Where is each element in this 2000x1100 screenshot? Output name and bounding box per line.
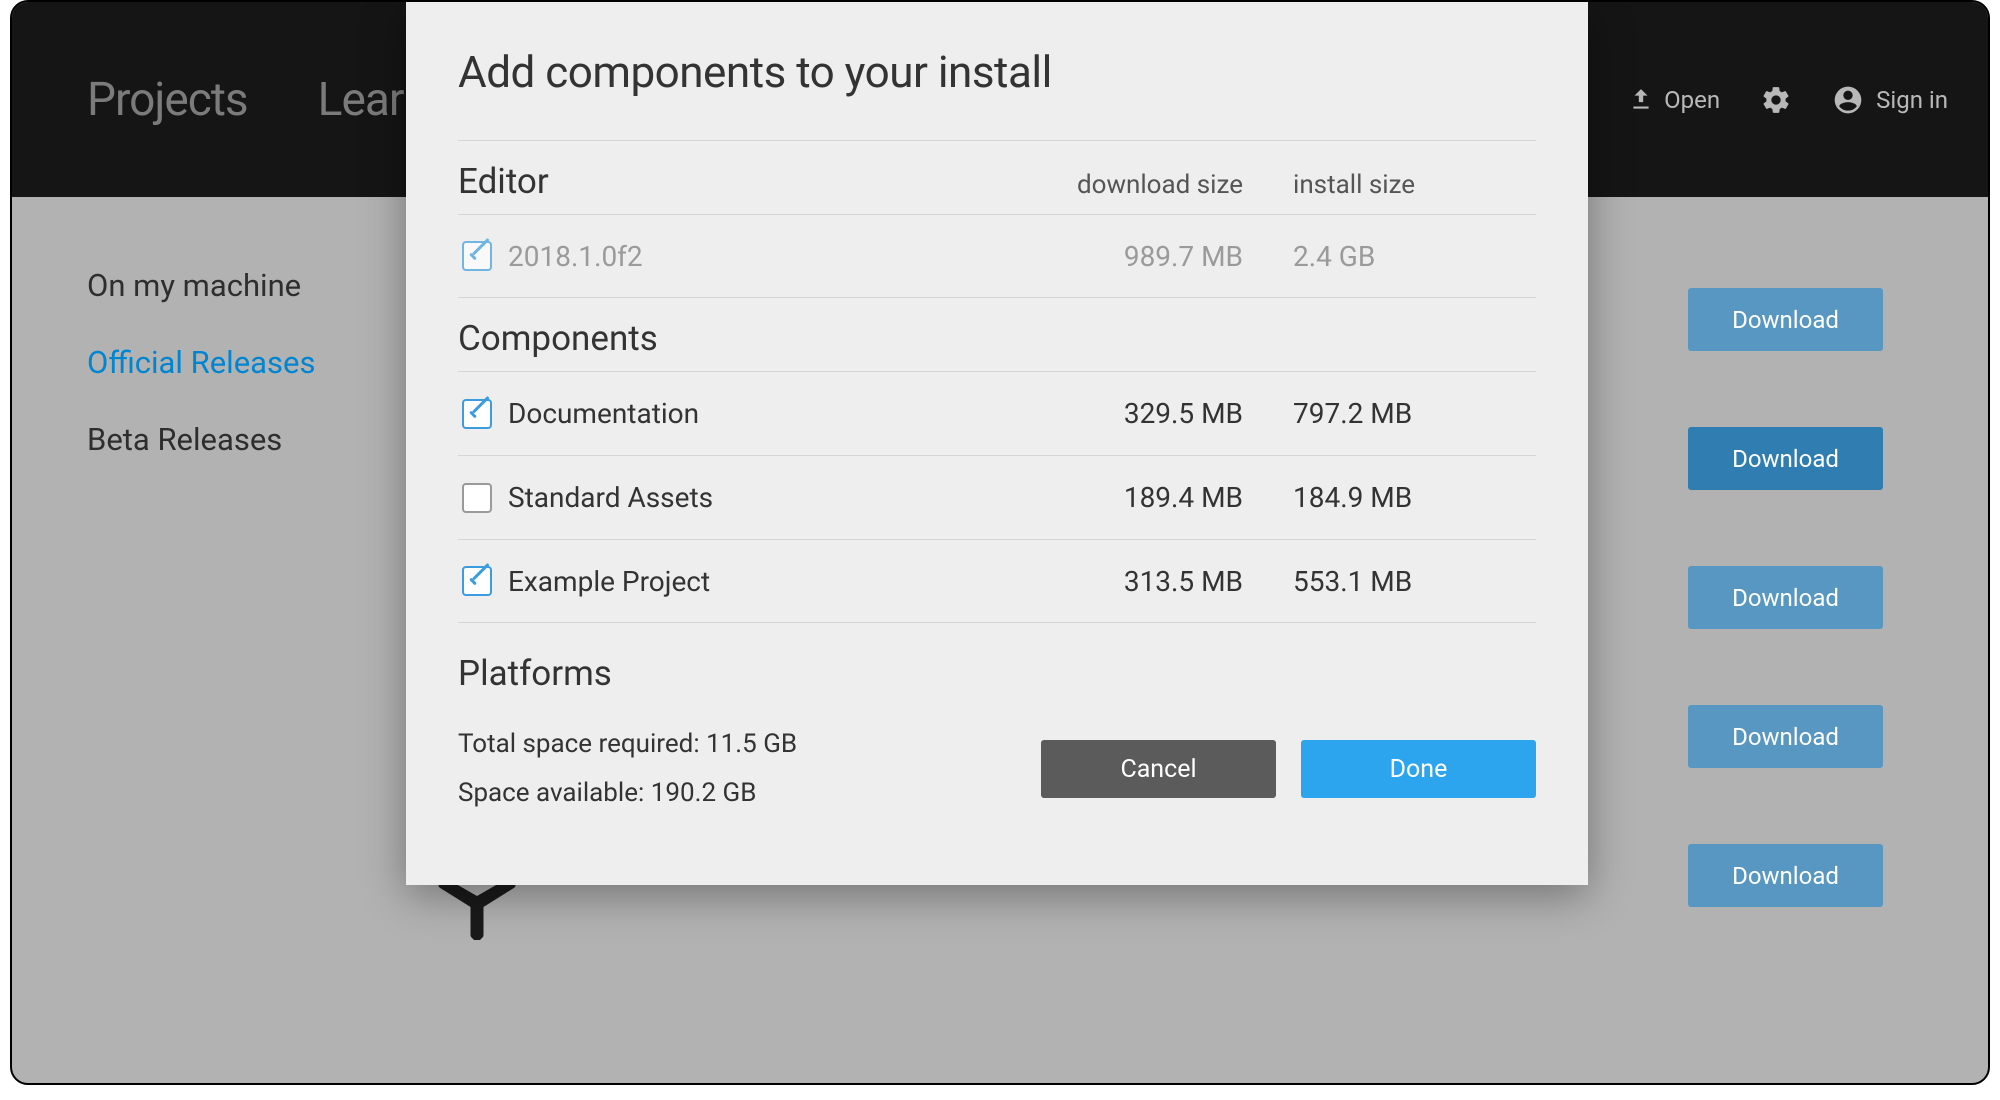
topnav-projects[interactable]: Projects <box>87 73 248 127</box>
sidenav-on-my-machine[interactable]: On my machine <box>87 267 315 304</box>
open-label: Open <box>1664 86 1720 114</box>
download-button[interactable]: Download <box>1688 566 1883 629</box>
component-checkbox[interactable] <box>462 399 492 429</box>
editor-version-label: 2018.1.0f2 <box>508 240 1043 273</box>
user-icon <box>1832 84 1864 116</box>
signin-button[interactable]: Sign in <box>1832 84 1948 116</box>
download-column: Download Download Download Download Down… <box>1688 288 1883 907</box>
component-label: Documentation <box>508 397 1043 430</box>
space-info: Total space required: 11.5 GB Space avai… <box>458 720 797 819</box>
signin-label: Sign in <box>1876 86 1948 114</box>
sidenav-official-releases[interactable]: Official Releases <box>87 344 315 381</box>
column-download-size: download size <box>1043 170 1283 200</box>
column-install-size: install size <box>1283 170 1523 200</box>
section-platforms-title: Platforms <box>458 653 1536 694</box>
gear-icon[interactable] <box>1760 84 1792 116</box>
total-space-required: Total space required: 11.5 GB <box>458 720 797 769</box>
modal-title: Add components to your install <box>458 46 1536 98</box>
section-editor-title: Editor <box>458 161 1043 202</box>
component-label: Example Project <box>508 565 1043 598</box>
upload-icon <box>1628 87 1654 113</box>
download-button[interactable]: Download <box>1688 844 1883 907</box>
download-button[interactable]: Download <box>1688 288 1883 351</box>
component-install-size: 184.9 MB <box>1283 481 1523 514</box>
download-button[interactable]: Download <box>1688 705 1883 768</box>
section-components-title: Components <box>458 318 1043 359</box>
component-install-size: 553.1 MB <box>1283 565 1523 598</box>
component-checkbox[interactable] <box>462 483 492 513</box>
component-row-example-project[interactable]: Example Project 313.5 MB 553.1 MB <box>458 539 1536 623</box>
download-button[interactable]: Download <box>1688 427 1883 490</box>
editor-download-size: 989.7 MB <box>1043 240 1283 273</box>
component-row-documentation[interactable]: Documentation 329.5 MB 797.2 MB <box>458 371 1536 455</box>
open-button[interactable]: Open <box>1628 86 1720 114</box>
editor-checkbox <box>462 241 492 271</box>
component-download-size: 313.5 MB <box>1043 565 1283 598</box>
add-components-modal: Add components to your install Editor do… <box>406 2 1588 885</box>
component-checkbox[interactable] <box>462 566 492 596</box>
editor-row: 2018.1.0f2 989.7 MB 2.4 GB <box>458 214 1536 298</box>
component-install-size: 797.2 MB <box>1283 397 1523 430</box>
side-nav: On my machine Official Releases Beta Rel… <box>87 267 315 458</box>
unity-cube-icon <box>432 880 522 944</box>
sidenav-beta-releases[interactable]: Beta Releases <box>87 421 315 458</box>
component-row-standard-assets[interactable]: Standard Assets 189.4 MB 184.9 MB <box>458 455 1536 539</box>
component-download-size: 189.4 MB <box>1043 481 1283 514</box>
component-download-size: 329.5 MB <box>1043 397 1283 430</box>
cancel-button[interactable]: Cancel <box>1041 740 1276 798</box>
done-button[interactable]: Done <box>1301 740 1536 798</box>
editor-install-size: 2.4 GB <box>1283 240 1523 273</box>
component-label: Standard Assets <box>508 481 1043 514</box>
space-available: Space available: 190.2 GB <box>458 769 797 818</box>
